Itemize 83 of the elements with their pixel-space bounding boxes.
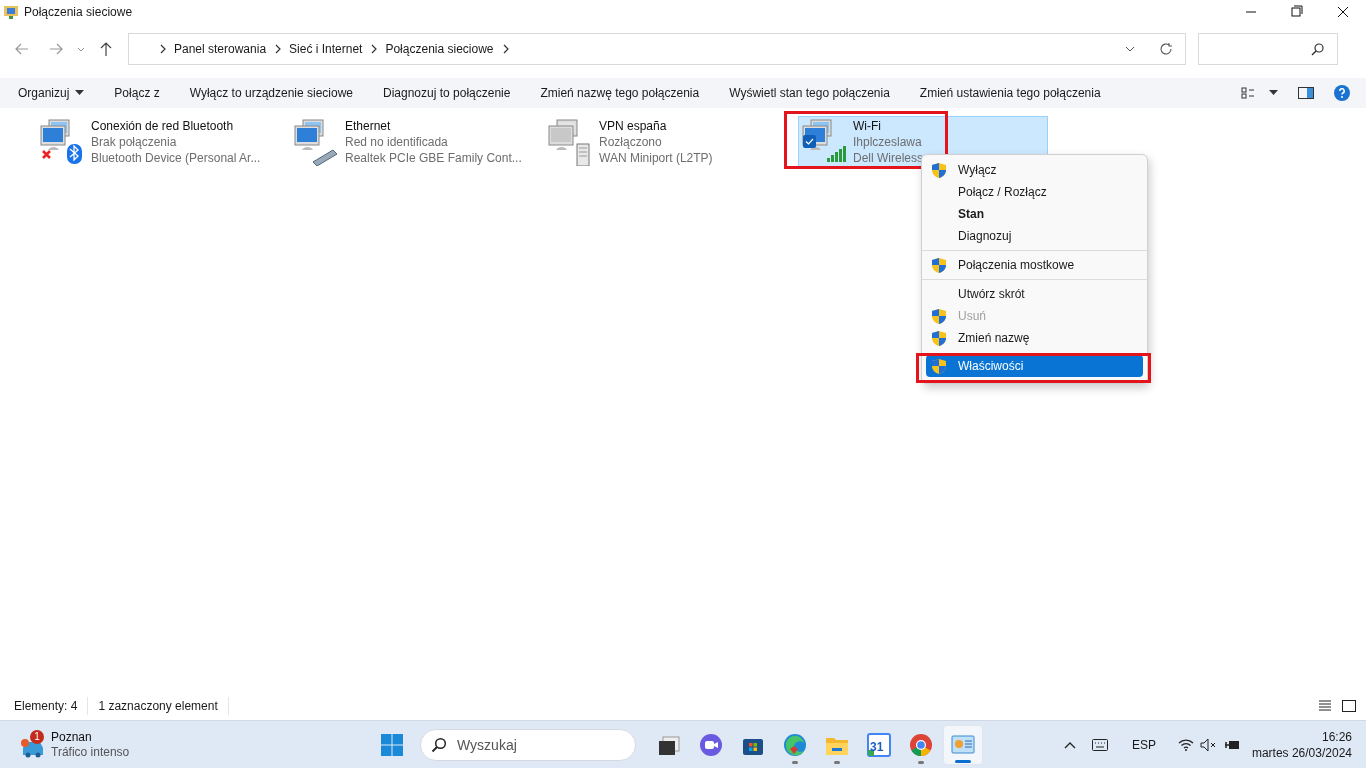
status-text: Elementy: 4 — [14, 697, 89, 715]
address-bar[interactable]: Panel sterowania Sieć i Internet Połączenia sieciowe — [128, 33, 1186, 65]
shield-icon — [932, 163, 946, 178]
connection-name: VPN españa — [599, 118, 668, 134]
menu-item[interactable]: Połącz / Rozłącz — [926, 181, 1143, 203]
speaker-muted-icon[interactable] — [1199, 737, 1216, 752]
device-name: WAN Miniport (L2TP) — [599, 150, 713, 166]
weather-city: Poznan — [51, 729, 93, 745]
breadcrumb-link[interactable]: Panel sterowania — [174, 40, 267, 58]
language-indicator[interactable]: ESP — [1131, 735, 1156, 754]
wifi-icon[interactable] — [1177, 738, 1194, 751]
connection-item[interactable]: Ethernet Red no identificada Realtek PCIe GBE Family Cont... — [290, 116, 540, 168]
refresh-icon[interactable] — [1159, 42, 1173, 56]
weather-widget[interactable]: 1 Poznan Tráfico intenso — [18, 729, 158, 760]
taskbar-button[interactable] — [943, 724, 983, 765]
battery-plug-icon[interactable] — [1223, 738, 1240, 751]
status-text: 1 zaznaczony element — [98, 697, 229, 715]
connection-item[interactable]: VPN españa Rozłączono WAN Miniport (L2TP) — [544, 116, 794, 168]
taskbar-button[interactable]: 31 — [859, 724, 899, 765]
preview-pane-icon[interactable] — [1298, 87, 1314, 99]
chevron-icon — [274, 44, 283, 54]
toolbar-button[interactable]: Organizuj — [10, 78, 93, 108]
search-icon — [1311, 42, 1325, 56]
menu-item[interactable]: Diagnozuj — [926, 225, 1143, 247]
forward-arrow-icon[interactable] — [48, 41, 64, 57]
calendar-date: 31 — [870, 738, 884, 756]
caret-icon[interactable] — [1269, 90, 1278, 96]
menu-item[interactable]: Stan — [926, 203, 1143, 225]
connection-status: Rozłączono — [599, 134, 663, 150]
device-name: Bluetooth Device (Personal Ar... — [91, 150, 261, 166]
toolbar-button[interactable]: Zmień ustawienia tego połączenia — [911, 78, 1109, 108]
chevron-up-icon[interactable] — [1063, 740, 1076, 749]
chevron-icon — [370, 44, 379, 54]
dropdown-icon[interactable] — [1125, 44, 1135, 54]
video-chat-icon — [699, 732, 723, 757]
connection-status: Ihplczeslawa — [853, 134, 921, 150]
toolbar-button[interactable]: Zmień nazwę tego połączenia — [532, 78, 708, 108]
checkbox-icon[interactable] — [803, 135, 816, 148]
menu-item[interactable]: Utwórz skrót — [926, 283, 1143, 305]
window-title: Połączenia sieciowe — [24, 4, 133, 21]
shield-icon — [932, 359, 946, 374]
caret-icon — [75, 90, 85, 96]
device-name: Dell Wireless — [853, 150, 921, 166]
connection-name: Ethernet — [345, 118, 392, 134]
connection-name: Wi-Fi — [853, 118, 882, 134]
breadcrumb-link[interactable]: Sieć i Internet — [289, 40, 363, 58]
chevron-icon — [159, 44, 167, 54]
menu-item[interactable]: Połączenia mostkowe — [926, 254, 1143, 276]
control-panel-icon — [951, 732, 975, 757]
browser-wave-icon — [783, 732, 807, 757]
help-icon[interactable] — [1334, 85, 1350, 101]
connection-status: Red no identificada — [345, 134, 449, 150]
menu-item[interactable]: Właściwości — [926, 355, 1143, 377]
connection-name: Conexión de red Bluetooth — [91, 118, 235, 134]
clock[interactable]: 16:26 martes 26/03/2024 — [1251, 728, 1352, 761]
search-icon — [431, 736, 447, 753]
connection-status: Brak połączenia — [91, 134, 178, 150]
breadcrumb-link[interactable]: Połączenia sieciowe — [385, 40, 494, 58]
large-icons-view-icon[interactable] — [1342, 699, 1356, 713]
shield-icon — [932, 309, 946, 324]
back-arrow-icon[interactable] — [14, 41, 30, 57]
toolbar-button[interactable]: Połącz z — [106, 78, 168, 108]
calendar-icon — [867, 732, 891, 757]
notification-badge: 1 — [30, 729, 44, 744]
search-field[interactable]: Wyszukaj — [420, 728, 636, 761]
view-options-icon[interactable] — [1241, 87, 1255, 99]
keyboard-icon[interactable] — [1091, 738, 1108, 751]
toolbar-button[interactable]: Wyłącz to urządzenie sieciowe — [181, 78, 361, 108]
chrome-icon — [909, 732, 933, 757]
start-icon[interactable] — [380, 732, 404, 757]
shield-icon — [932, 258, 946, 273]
connection-item[interactable]: Conexión de red Bluetooth Brak połączenia Bluetooth Device (Personal Ar... — [36, 116, 286, 168]
device-name: Realtek PCIe GBE Family Cont... — [345, 150, 522, 166]
details-view-icon[interactable] — [1318, 700, 1332, 712]
up-arrow-icon[interactable] — [98, 41, 114, 57]
toolbar-button[interactable]: Wyświetl stan tego połączenia — [721, 78, 898, 108]
chevron-icon — [501, 44, 510, 54]
search-field[interactable] — [1198, 33, 1338, 65]
toolbar-button[interactable]: Diagnozuj to połączenie — [375, 78, 519, 108]
weather-condition: Tráfico intenso — [51, 744, 130, 760]
menu-item[interactable]: Zmień nazwę — [926, 327, 1143, 349]
network-folder-icon — [3, 4, 19, 20]
shield-icon — [932, 331, 946, 346]
